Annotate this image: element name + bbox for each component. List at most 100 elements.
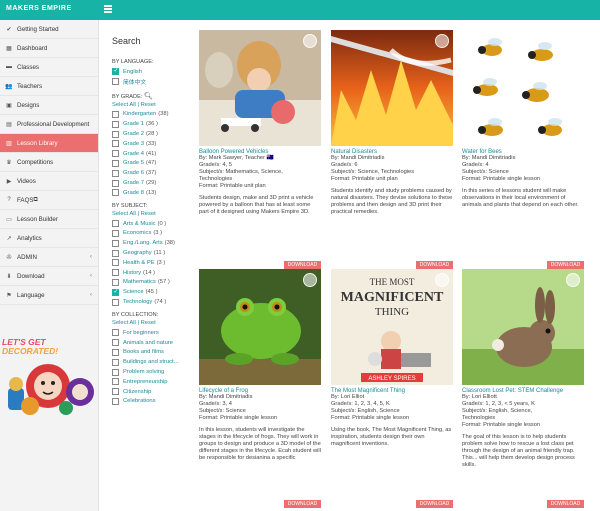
lesson-thumbnail[interactable] bbox=[331, 30, 453, 146]
checkbox[interactable] bbox=[112, 179, 119, 187]
collection-option[interactable]: Entrepreneurship bbox=[112, 377, 192, 387]
download-button[interactable]: DOWNLOAD bbox=[416, 500, 453, 508]
checkbox[interactable] bbox=[112, 368, 119, 376]
sidebar-item-competitions[interactable]: ♛ Competitions bbox=[0, 153, 98, 172]
lesson-thumbnail[interactable] bbox=[462, 30, 584, 146]
checkbox[interactable] bbox=[112, 220, 119, 228]
checkbox[interactable] bbox=[112, 169, 119, 177]
sidebar-item-analytics[interactable]: ↗ Analytics bbox=[0, 229, 98, 248]
lesson-card[interactable]: THE MOST MAGNIFICENT THING ASHLEY SPIRES… bbox=[331, 269, 453, 497]
checkbox[interactable] bbox=[112, 78, 119, 86]
grade-option[interactable]: Grade 2 (28 ) bbox=[112, 129, 192, 139]
grade-option[interactable]: Grade 7 (29) bbox=[112, 178, 192, 188]
subject-option[interactable]: Arts & Music (0 ) bbox=[112, 219, 192, 229]
checkbox[interactable] bbox=[112, 358, 119, 366]
checkbox[interactable] bbox=[112, 388, 119, 396]
chevron-left-icon[interactable]: ‹ bbox=[90, 273, 92, 279]
select-all-link[interactable]: Select All bbox=[112, 211, 136, 217]
sidebar-item-getting-started[interactable]: ✔ Getting Started bbox=[0, 20, 98, 39]
download-button[interactable]: DOWNLOAD bbox=[547, 500, 584, 508]
subject-option[interactable]: Economics (3 ) bbox=[112, 229, 192, 239]
sidebar-item-lesson-library[interactable]: ▥ Lesson Library bbox=[0, 134, 98, 153]
sidebar-item-designs[interactable]: ▣ Designs bbox=[0, 96, 98, 115]
checkbox[interactable] bbox=[112, 298, 119, 306]
reset-link[interactable]: Reset bbox=[141, 320, 156, 326]
download-button[interactable]: DOWNLOAD bbox=[284, 500, 321, 508]
select-all-link[interactable]: Select All bbox=[112, 102, 136, 108]
promo-banner[interactable]: LET'S GET DECORATED! bbox=[0, 338, 99, 415]
grade-option[interactable]: Grade 1 (36 ) bbox=[112, 119, 192, 129]
checkbox[interactable] bbox=[112, 150, 119, 158]
subject-option[interactable]: Science(45 ) bbox=[112, 287, 192, 297]
download-button[interactable]: DOWNLOAD bbox=[547, 261, 584, 269]
collection-option[interactable]: Problem solving bbox=[112, 367, 192, 377]
lesson-card[interactable]: Lifecycle of a Frog By: Mandi Dimitriadis… bbox=[199, 269, 321, 497]
sidebar-item-download[interactable]: ⬇ Download ‹ bbox=[0, 267, 98, 286]
reset-link[interactable]: Reset bbox=[141, 102, 156, 108]
lesson-card[interactable]: Natural Disasters By: Mandi Dimitriadis Gr… bbox=[331, 30, 453, 259]
lesson-thumbnail[interactable] bbox=[462, 269, 584, 385]
checkbox[interactable] bbox=[112, 189, 119, 197]
checkbox[interactable] bbox=[112, 397, 119, 405]
checkbox[interactable] bbox=[112, 120, 119, 128]
sidebar-item-admin[interactable]: ✇ ADMIN ‹ bbox=[0, 248, 98, 267]
chevron-left-icon[interactable]: ‹ bbox=[90, 254, 92, 260]
collection-option[interactable]: Celebrations bbox=[112, 397, 192, 407]
checkbox[interactable] bbox=[112, 348, 119, 356]
grade-option[interactable]: Grade 6 (37) bbox=[112, 168, 192, 178]
chevron-left-icon[interactable]: ‹ bbox=[90, 292, 92, 298]
collection-option[interactable]: For beginners bbox=[112, 328, 192, 338]
sidebar-item-teachers[interactable]: 👥 Teachers bbox=[0, 77, 98, 96]
collection-option[interactable]: Books and films bbox=[112, 348, 192, 358]
grade-option[interactable]: Grade 4 (41) bbox=[112, 149, 192, 159]
checkbox[interactable] bbox=[112, 269, 119, 277]
download-button[interactable]: DOWNLOAD bbox=[284, 261, 321, 269]
collection-option[interactable]: Buildings and struct... bbox=[112, 357, 192, 367]
subject-option[interactable]: Mathematics (57 ) bbox=[112, 278, 192, 288]
collection-option[interactable]: Animals and nature bbox=[112, 338, 192, 348]
sidebar-item-classes[interactable]: ▬ Classes bbox=[0, 58, 98, 77]
lesson-thumbnail[interactable]: THE MOST MAGNIFICENT THING ASHLEY SPIRES bbox=[331, 269, 453, 385]
grade-option[interactable]: Grade 5 (47) bbox=[112, 159, 192, 169]
magnifier-icon[interactable]: 🔍︎ bbox=[144, 93, 153, 100]
checkbox[interactable] bbox=[112, 130, 119, 138]
checkbox[interactable] bbox=[112, 239, 119, 247]
download-button[interactable]: DOWNLOAD bbox=[416, 261, 453, 269]
language-option[interactable]: 简体中文 bbox=[112, 77, 192, 87]
sidebar-item-lesson-builder[interactable]: ▭ Lesson Builder bbox=[0, 210, 98, 229]
subject-option[interactable]: Technology (74 ) bbox=[112, 297, 192, 307]
checkbox[interactable] bbox=[112, 259, 119, 267]
grade-option[interactable]: Kindergarten (38) bbox=[112, 110, 192, 120]
select-all-link[interactable]: Select All bbox=[112, 320, 136, 326]
collection-option[interactable]: Citizenship bbox=[112, 387, 192, 397]
subject-option[interactable]: History (14 ) bbox=[112, 268, 192, 278]
subject-option[interactable]: Health & PE (3 ) bbox=[112, 258, 192, 268]
checkbox[interactable] bbox=[112, 339, 119, 347]
language-option[interactable]: English bbox=[112, 67, 192, 77]
checkbox[interactable] bbox=[112, 110, 119, 118]
lesson-card[interactable]: Classroom Lost Pet: STEM Challenge By: Lo… bbox=[462, 269, 584, 497]
checkbox[interactable] bbox=[112, 278, 119, 286]
subject-option[interactable]: Eng./Lang. Arts (38) bbox=[112, 238, 192, 248]
checkbox[interactable] bbox=[112, 229, 119, 237]
sidebar-item-language[interactable]: ⚑ Language ‹ bbox=[0, 286, 98, 305]
checkbox[interactable] bbox=[112, 159, 119, 167]
checkbox[interactable] bbox=[112, 67, 119, 76]
checkbox[interactable] bbox=[112, 249, 119, 257]
grade-option[interactable]: Grade 8 (13) bbox=[112, 188, 192, 198]
lesson-card[interactable]: Water for Bees By: Mandi Dimitriadis Grade… bbox=[462, 30, 584, 259]
makers-empire-logo[interactable]: MAKERS EMPIRE bbox=[6, 5, 72, 12]
lesson-thumbnail[interactable] bbox=[199, 30, 321, 146]
checkbox[interactable] bbox=[112, 288, 119, 296]
sidebar-item-faqs[interactable]: ? FAQS ⧉ bbox=[0, 191, 98, 210]
hamburger-menu-icon[interactable] bbox=[104, 5, 112, 13]
subject-option[interactable]: Geography (11 ) bbox=[112, 248, 192, 258]
sidebar-item-videos[interactable]: ▶ Videos bbox=[0, 172, 98, 191]
lesson-thumbnail[interactable] bbox=[199, 269, 321, 385]
sidebar-item-professional-development[interactable]: ▤ Professional Development bbox=[0, 115, 98, 134]
checkbox[interactable] bbox=[112, 378, 119, 386]
checkbox[interactable] bbox=[112, 140, 119, 148]
lesson-card[interactable]: Balloon Powered Vehicles By: Mark Sawyer,… bbox=[199, 30, 321, 259]
grade-option[interactable]: Grade 3 (33) bbox=[112, 139, 192, 149]
reset-link[interactable]: Reset bbox=[141, 211, 156, 217]
